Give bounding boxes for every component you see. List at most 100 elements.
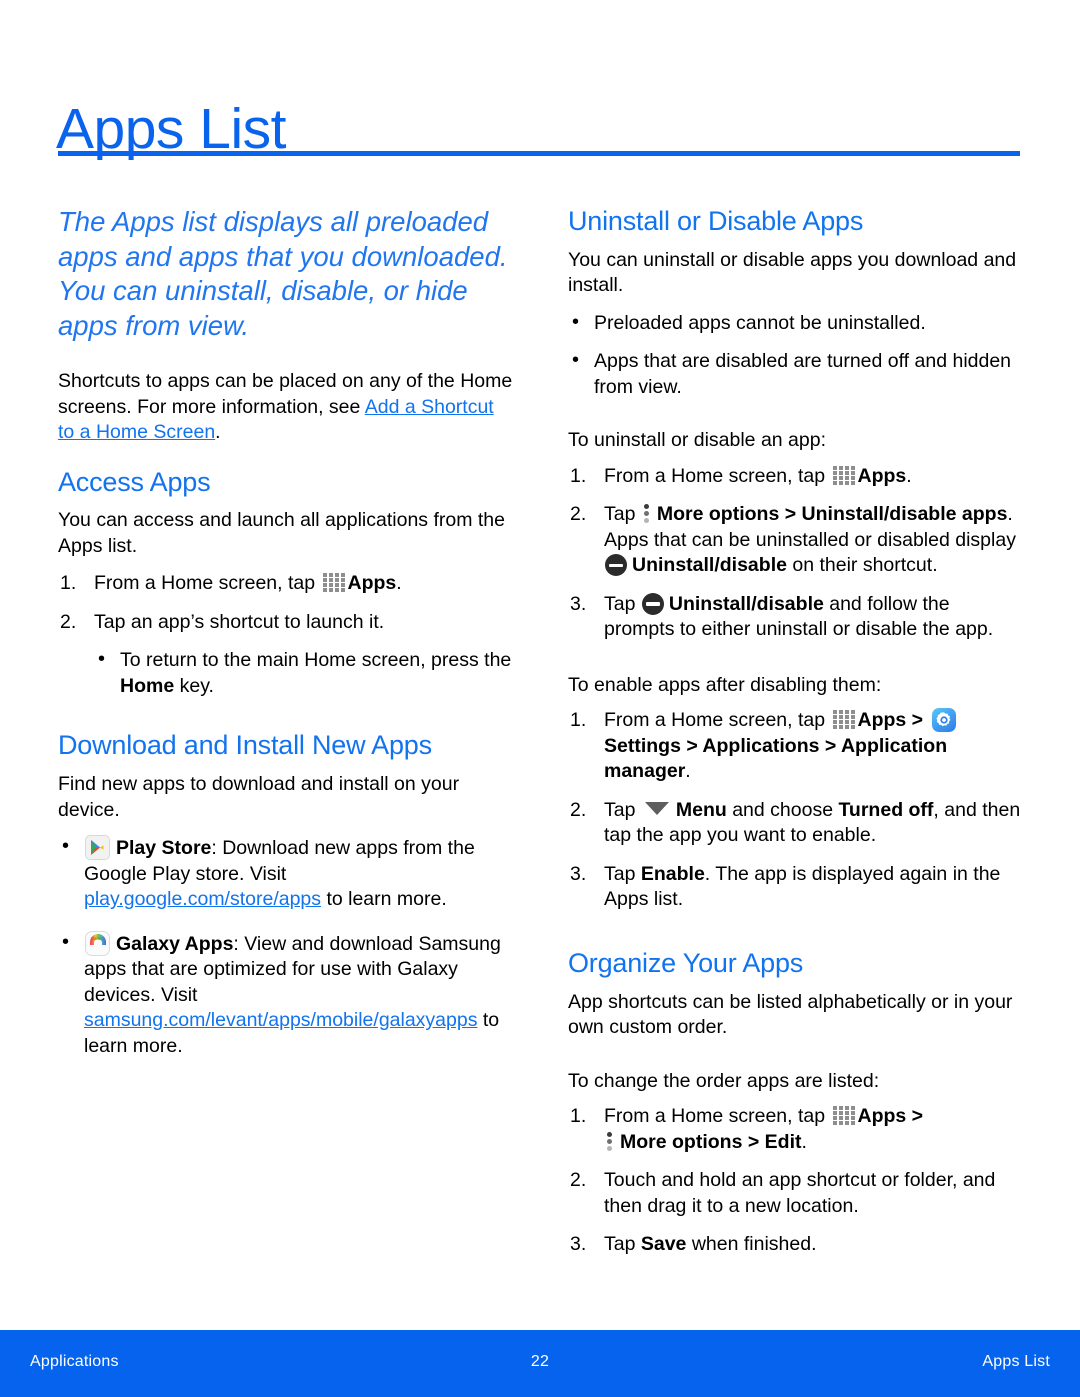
apps-label: Apps <box>857 464 907 487</box>
more-options-icon <box>643 504 652 524</box>
apps-grid-icon <box>322 573 345 593</box>
settings-label: Settings <box>604 734 681 757</box>
step-text-a: From a Home screen, tap <box>604 1105 826 1128</box>
list-item-play-store: Play Store: Download new apps from the G… <box>58 834 513 913</box>
intro-text-after: . <box>215 421 221 443</box>
app-store-list: Play Store: Download new apps from the G… <box>58 834 513 1060</box>
sub-bullet-item: To return to the main Home screen, press… <box>94 647 513 699</box>
intro-paragraph: Shortcuts to apps can be placed on any o… <box>58 369 513 446</box>
access-apps-body: You can access and launch all applicatio… <box>58 509 505 557</box>
uninstall-disable-body: You can uninstall or disable apps you do… <box>568 248 1017 297</box>
step-text-b: and choose <box>726 798 839 821</box>
apps-label: Apps <box>347 572 397 595</box>
step-item: Tap Save when finished. <box>568 1232 1023 1258</box>
step-text-a: From a Home screen, tap <box>604 709 826 732</box>
step-text-a: Tap <box>604 862 641 885</box>
step-text-b: . <box>906 464 912 487</box>
left-column: The Apps list displays all preloaded app… <box>58 205 513 1079</box>
step-item: Tap Menu and choose Turned off, and then… <box>568 798 1023 849</box>
step-text-a: Tap <box>604 798 636 821</box>
enable-apps-lead-in: To enable apps after disabling them: <box>568 673 882 696</box>
heading-access-apps: Access Apps <box>58 466 211 497</box>
step-item: Tap Uninstall/disable and follow the pro… <box>568 592 1023 643</box>
play-store-text-after: to learn more. <box>321 888 447 911</box>
menu-label: Menu <box>675 798 727 821</box>
step-item: From a Home screen, tap Apps. <box>58 571 513 597</box>
edit-label: Edit <box>764 1130 802 1153</box>
save-label: Save <box>640 1233 687 1256</box>
step-item: From a Home screen, tap Apps. <box>568 464 1023 490</box>
gt-separator: > <box>779 503 802 526</box>
document-page: Apps List The Apps list displays all pre… <box>0 0 1080 1397</box>
step-text-a: Tap <box>604 1233 641 1256</box>
footer-topic-label: Apps List <box>982 1353 1050 1370</box>
gt-separator: > <box>742 1130 765 1153</box>
apps-grid-icon <box>832 710 855 730</box>
step-item: Tap an app’s shortcut to launch it. To r… <box>58 610 513 700</box>
settings-gear-icon <box>931 708 956 733</box>
step-text-b: . <box>396 572 402 595</box>
step-subbullets: To return to the main Home screen, press… <box>94 647 513 699</box>
step-text-c: on their shortcut. <box>786 554 938 577</box>
step-text-end: . <box>685 760 691 783</box>
step-text-a: Tap <box>604 503 636 526</box>
gt-separator: > <box>906 1105 924 1128</box>
enable-label: Enable <box>640 862 705 885</box>
apps-label: Apps <box>857 1105 907 1128</box>
step-text: Tap an app’s shortcut to launch it. <box>94 610 385 633</box>
organize-steps: From a Home screen, tap Apps > More opti… <box>568 1104 1023 1258</box>
footer-page-number: 22 <box>530 1353 550 1370</box>
step-text-a: Tap <box>604 592 636 615</box>
uninstall-lead-in: To uninstall or disable an app: <box>568 429 827 452</box>
title-divider <box>58 151 1020 156</box>
uninstall-disable-label: Uninstall/disable <box>632 554 787 577</box>
list-item-galaxy-apps: Galaxy Galaxy Apps: View and download Sa… <box>58 930 513 1060</box>
play-store-icon <box>85 835 110 861</box>
step-item: From a Home screen, tap Apps > More opti… <box>568 1104 1023 1155</box>
uninstall-disable-label: Uninstall/disable <box>668 592 824 615</box>
step-text-a: From a Home screen, tap <box>604 464 826 487</box>
list-item: Preloaded apps cannot be uninstalled. <box>568 310 1023 337</box>
sub-text-b: key. <box>174 674 214 697</box>
galaxy-apps-name: Galaxy Apps <box>116 932 234 955</box>
play-store-link[interactable]: play.google.com/store/apps <box>84 888 321 910</box>
uninstall-disable-icon <box>605 554 627 577</box>
step-text-a: From a Home screen, tap <box>94 572 316 595</box>
uninstall-disable-bullets: Preloaded apps cannot be uninstalled. Ap… <box>568 310 1023 401</box>
menu-chevron-down-icon <box>644 801 669 815</box>
step-item: Tap Enable. The app is displayed again i… <box>568 862 1023 913</box>
access-apps-steps: From a Home screen, tap Apps. Tap an app… <box>58 571 513 699</box>
enable-apps-steps: From a Home screen, tap Apps > Settings … <box>568 708 1023 913</box>
play-store-name: Play Store <box>116 837 212 860</box>
galaxy-apps-icon: Galaxy <box>85 930 110 956</box>
page-footer: Applications 22 Apps List <box>0 1330 1080 1397</box>
list-item: Apps that are disabled are turned off an… <box>568 348 1023 400</box>
organize-lead-in: To change the order apps are listed: <box>568 1069 880 1092</box>
apps-label: Apps <box>857 709 907 732</box>
apps-grid-icon <box>832 1106 855 1126</box>
more-options-icon <box>607 1131 615 1151</box>
right-column: Uninstall or Disable Apps You can uninst… <box>568 205 1023 1276</box>
step-item: Touch and hold an app shortcut or folder… <box>570 1168 996 1217</box>
more-options-label: More options <box>620 1130 743 1153</box>
gt-separator: > <box>906 709 929 732</box>
uninstall-disable-icon <box>641 592 664 615</box>
uninstall-disable-steps: From a Home screen, tap Apps. Tap More o… <box>568 464 1023 643</box>
heading-organize-your-apps: Organize Your Apps <box>568 947 804 978</box>
lede-paragraph: The Apps list displays all preloaded app… <box>58 206 508 341</box>
step-text-end: . <box>801 1130 807 1153</box>
step-text-b: when finished. <box>686 1233 817 1256</box>
home-key-label: Home <box>120 674 175 697</box>
step-item: From a Home screen, tap Apps > Settings … <box>568 708 1023 785</box>
uninstall-disable-apps-label: Uninstall/disable apps <box>801 503 1008 526</box>
organize-body: App shortcuts can be listed alphabetical… <box>568 990 1013 1039</box>
download-install-body: Find new apps to download and install on… <box>58 773 460 821</box>
sub-text-a: To return to the main Home screen, press… <box>120 649 512 672</box>
heading-uninstall-disable: Uninstall or Disable Apps <box>568 206 864 236</box>
turned-off-label: Turned off <box>838 798 934 821</box>
more-options-label: More options <box>656 503 780 526</box>
heading-download-install: Download and Install New Apps <box>58 730 432 761</box>
step-item: Tap More options > Uninstall/disable app… <box>568 502 1023 579</box>
galaxy-apps-link[interactable]: samsung.com/levant/apps/mobile/galaxyapp… <box>84 1009 477 1031</box>
apps-grid-icon <box>832 465 855 485</box>
